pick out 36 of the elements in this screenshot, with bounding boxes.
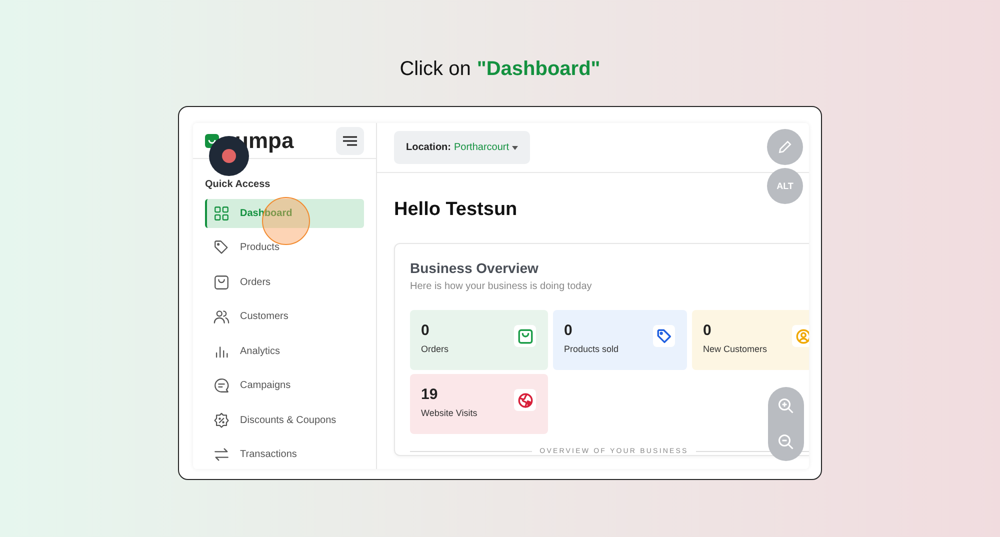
edit-button[interactable] [767, 129, 803, 165]
bag-icon [213, 274, 230, 291]
stat-value: 0 [564, 322, 572, 339]
tag-icon [213, 239, 230, 256]
discount-badge-icon [213, 412, 230, 429]
sidebar-item[interactable]: Analytics [205, 337, 364, 366]
sidebar-item[interactable]: Orders [205, 268, 364, 296]
stat-value: 19 [421, 386, 438, 403]
card-title: Business Overview [410, 260, 540, 276]
location-dropdown[interactable]: Location: Portharcourt [394, 131, 530, 164]
instruction-text: Click on [400, 58, 471, 82]
zoom-in-icon [777, 397, 795, 415]
sidebar-item[interactable]: Products [205, 234, 364, 262]
greeting-heading: Hello Testsun [394, 199, 518, 221]
menu-icon [343, 136, 357, 146]
sidebar-item[interactable]: Transactions [205, 440, 364, 469]
stat-label: Orders [421, 344, 449, 354]
section-label: Quick Access [205, 179, 272, 190]
sidebar-item[interactable]: Discounts & Coupons [205, 406, 364, 434]
stat-label: Products sold [564, 344, 619, 354]
sidebar-item[interactable]: Campaigns [205, 372, 364, 400]
swap-arrows-icon [213, 446, 230, 464]
grid-icon [213, 204, 230, 222]
chat-icon [213, 377, 230, 394]
stat-label: New Customers [703, 344, 768, 354]
stat-label: Website Visits [421, 408, 478, 418]
caret-icon [512, 146, 518, 150]
sidebar-item[interactable]: Customers [205, 302, 364, 331]
pencil-icon [777, 139, 793, 155]
stat-value: 0 [703, 322, 712, 339]
stat-value: 0 [421, 322, 430, 339]
zoom-out-icon [777, 433, 795, 451]
card-subtitle: Here is how your business is doing today [410, 281, 593, 292]
instruction-target: "Dashboard" [476, 58, 600, 82]
users-icon [213, 308, 230, 326]
menu-button[interactable] [336, 126, 364, 154]
